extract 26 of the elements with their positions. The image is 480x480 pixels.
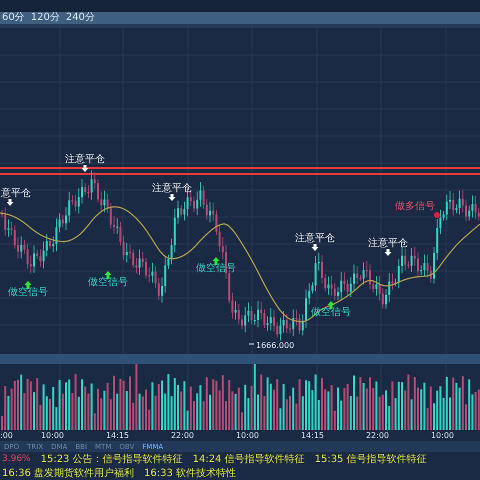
low-price-label: 1666.000 [256,341,294,350]
period-tab[interactable]: 60分 [2,12,25,23]
news-item[interactable]: 15:35 信号指导软件特征 [314,452,427,466]
signal-label: 注意平仓 [152,183,192,194]
period-tab[interactable]: 120分 [30,12,60,23]
news-item[interactable]: 16:36 盘发期货软件用户福利 [2,466,134,480]
signal-label: 意平仓 [1,188,31,200]
signal-label: 注意平仓 [368,238,408,250]
time-label: 14:15 [300,431,326,440]
news-item[interactable]: 14:24 信号指导软件特征 [192,452,305,466]
signal-label: 注意平仓 [65,154,105,166]
change-percent: 3.96% [2,454,31,464]
time-label: 10:00 [40,431,66,440]
news-item[interactable]: 15:23 公告：信号指导软件特征 [40,452,183,466]
time-label: 14:15 [104,431,130,440]
time-label: 22:00 [364,431,390,440]
signal-label: 做空信号 [8,287,48,298]
period-tab[interactable]: 240分 [66,12,95,23]
signal-label: 做多信号 [395,201,435,212]
time-label: 22:00 [170,431,196,440]
signal-label: 做空信号 [88,277,128,288]
time-label: 10:00 [234,431,260,440]
time-label: 10:00 [430,431,456,440]
news-item[interactable]: 16:33 软件技术特性 [144,466,236,480]
time-label: :00 [0,431,14,440]
signal-label: 注意平仓 [295,233,335,244]
